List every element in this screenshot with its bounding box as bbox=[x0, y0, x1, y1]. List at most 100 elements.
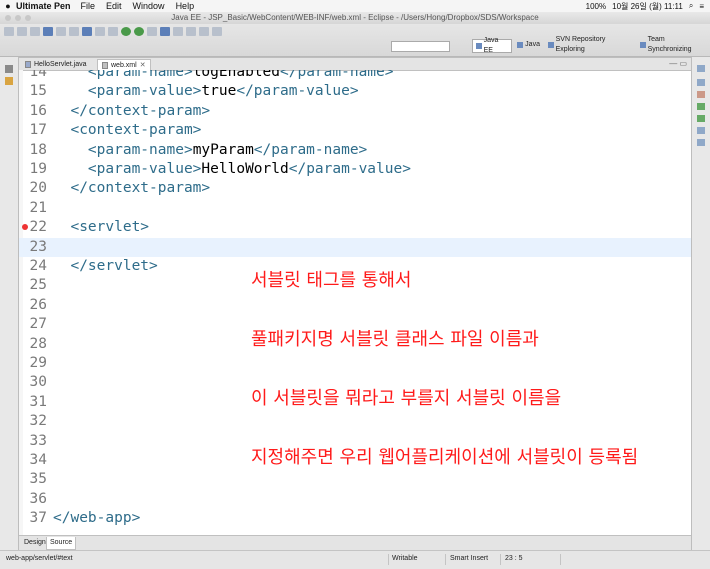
annotation-line: 서블릿 태그를 통해서 bbox=[251, 270, 412, 292]
status-separator bbox=[500, 554, 501, 565]
java-file-icon bbox=[25, 61, 31, 68]
search-toolbar-icon[interactable] bbox=[108, 27, 118, 36]
line-number: 37 bbox=[29, 510, 47, 527]
restore-icon[interactable] bbox=[697, 65, 705, 72]
run-icon[interactable] bbox=[134, 27, 144, 36]
task-list-icon[interactable] bbox=[697, 91, 705, 98]
window-titlebar: Java EE - JSP_Basic/WebContent/WEB-INF/w… bbox=[0, 12, 710, 24]
annotation-line: 이 서블릿을 뭐라고 부를지 서블릿 이름을 bbox=[251, 387, 562, 409]
status-separator bbox=[560, 554, 561, 565]
server-icon[interactable] bbox=[43, 27, 53, 36]
minimize-maximize-icon[interactable]: — ▭ bbox=[669, 59, 687, 68]
line-number: 26 bbox=[29, 296, 47, 313]
code-line[interactable]: 37 </web-app> bbox=[19, 509, 691, 528]
code-line[interactable]: 20 </context-param> bbox=[19, 179, 691, 198]
new-file-icon[interactable] bbox=[4, 27, 14, 36]
print-icon[interactable] bbox=[30, 27, 40, 36]
main-toolbar: Java EE Java SVN Repository Exploring Te… bbox=[0, 24, 710, 57]
toolbar-icons bbox=[4, 27, 222, 36]
line-number: 27 bbox=[29, 316, 47, 333]
xml-tag: </web-app> bbox=[53, 510, 141, 527]
code-line[interactable]: 18 <param-name>myParam</param-name> bbox=[19, 141, 691, 160]
annotation-next-icon[interactable] bbox=[173, 27, 183, 36]
code-text: </context-param> bbox=[53, 102, 210, 121]
left-trim-bar bbox=[0, 57, 19, 550]
project-explorer-icon[interactable] bbox=[5, 77, 13, 85]
restore-view-icon[interactable] bbox=[5, 65, 13, 73]
line-number: 17 bbox=[29, 122, 47, 139]
code-line[interactable]: 19 <param-value>HelloWorld</param-value> bbox=[19, 160, 691, 179]
tab-label: HelloServlet.java bbox=[34, 61, 87, 68]
app-name-menu[interactable]: Ultimate Pen bbox=[16, 1, 71, 11]
new-package-icon[interactable] bbox=[69, 27, 79, 36]
debug-icon[interactable] bbox=[121, 27, 131, 36]
perspective-label: SVN Repository Exploring bbox=[555, 36, 606, 53]
perspective-team[interactable]: Team Synchronizing bbox=[637, 36, 710, 53]
outline-icon[interactable] bbox=[697, 79, 705, 86]
tab-helloservlet[interactable]: HelloServlet.java bbox=[21, 59, 91, 70]
code-line[interactable]: 21 bbox=[19, 199, 691, 218]
status-separator bbox=[388, 554, 389, 565]
perspective-label: Java bbox=[525, 41, 540, 48]
xml-tag: <param-name> bbox=[87, 141, 193, 158]
menu-file[interactable]: File bbox=[81, 1, 96, 11]
servers-icon[interactable] bbox=[697, 115, 705, 122]
data-source-icon[interactable] bbox=[697, 127, 705, 134]
tab-design[interactable]: Design bbox=[21, 537, 49, 549]
tab-source[interactable]: Source bbox=[46, 537, 77, 550]
open-type-icon[interactable] bbox=[95, 27, 105, 36]
menu-list-icon[interactable]: ≡ bbox=[699, 2, 704, 11]
quick-access-input[interactable] bbox=[391, 41, 450, 52]
xml-tag: </param-value> bbox=[288, 161, 411, 177]
back-icon[interactable] bbox=[199, 27, 209, 36]
code-line[interactable]: 15 <param-value>true</param-value> bbox=[19, 82, 691, 101]
new-project-icon[interactable] bbox=[56, 27, 66, 36]
xml-tag: <param-value> bbox=[87, 83, 202, 100]
annotation-line: 지정해주면 우리 웹어플리케이션에 서블릿이 등록됨 bbox=[251, 446, 639, 468]
code-line[interactable]: 14 <param-name>logEnabled</param-name> bbox=[19, 70, 691, 82]
xml-tag: </param-value> bbox=[236, 83, 359, 100]
right-trim-bar bbox=[691, 57, 710, 550]
team-icon bbox=[639, 42, 646, 48]
close-window-button[interactable] bbox=[5, 15, 11, 21]
xml-value: myParam bbox=[192, 141, 254, 158]
line-number: 31 bbox=[29, 393, 47, 410]
forward-icon[interactable] bbox=[212, 27, 222, 36]
xml-tag: <param-value> bbox=[87, 161, 202, 177]
new-class-icon[interactable] bbox=[82, 27, 92, 36]
annotation-prev-icon[interactable] bbox=[186, 27, 196, 36]
annotation-line: 풀패키지명 서블릿 클래스 파일 이름과 bbox=[251, 328, 539, 350]
minimize-window-button[interactable] bbox=[15, 15, 21, 21]
apple-icon[interactable]: ● bbox=[0, 1, 16, 11]
open-task-icon[interactable] bbox=[160, 27, 170, 36]
code-text: <param-value>HelloWorld</param-value> bbox=[53, 160, 411, 179]
xml-tag: </context-param> bbox=[70, 102, 211, 119]
perspective-svn[interactable]: SVN Repository Exploring bbox=[545, 36, 635, 53]
menu-help[interactable]: Help bbox=[176, 1, 195, 11]
save-icon[interactable] bbox=[17, 27, 27, 36]
java-ee-icon bbox=[476, 43, 482, 49]
xml-tag: <servlet> bbox=[70, 219, 150, 236]
code-line[interactable]: 16 </context-param> bbox=[19, 102, 691, 121]
search-icon[interactable]: ⌕ bbox=[689, 1, 693, 11]
line-number: 18 bbox=[29, 141, 47, 158]
line-number: 36 bbox=[29, 490, 47, 507]
menubar-status-area: 100% 10월 26일 (월) 11:11 ⌕ ≡ bbox=[586, 0, 704, 12]
perspective-java[interactable]: Java bbox=[514, 39, 543, 51]
line-number: 14 bbox=[29, 70, 47, 80]
datetime-text[interactable]: 10월 26일 (월) 11:11 bbox=[612, 1, 683, 12]
menu-edit[interactable]: Edit bbox=[106, 1, 122, 11]
line-number: 19 bbox=[29, 161, 47, 177]
xml-tag: </param-name> bbox=[253, 141, 368, 158]
mac-menubar: ● Ultimate Pen File Edit Window Help 100… bbox=[0, 0, 710, 12]
code-line[interactable]: 17 <context-param> bbox=[19, 121, 691, 140]
console-icon[interactable] bbox=[697, 139, 705, 146]
external-tools-icon[interactable] bbox=[147, 27, 157, 36]
status-path: web-app/servlet/#text bbox=[6, 555, 73, 562]
perspective-java-ee[interactable]: Java EE bbox=[472, 37, 513, 54]
zoom-window-button[interactable] bbox=[25, 15, 31, 21]
menu-window[interactable]: Window bbox=[133, 1, 165, 11]
perspective-label: Team Synchronizing bbox=[647, 36, 692, 53]
markers-icon[interactable] bbox=[697, 103, 705, 110]
code-text: <param-name>logEnabled</param-name> bbox=[53, 70, 394, 82]
